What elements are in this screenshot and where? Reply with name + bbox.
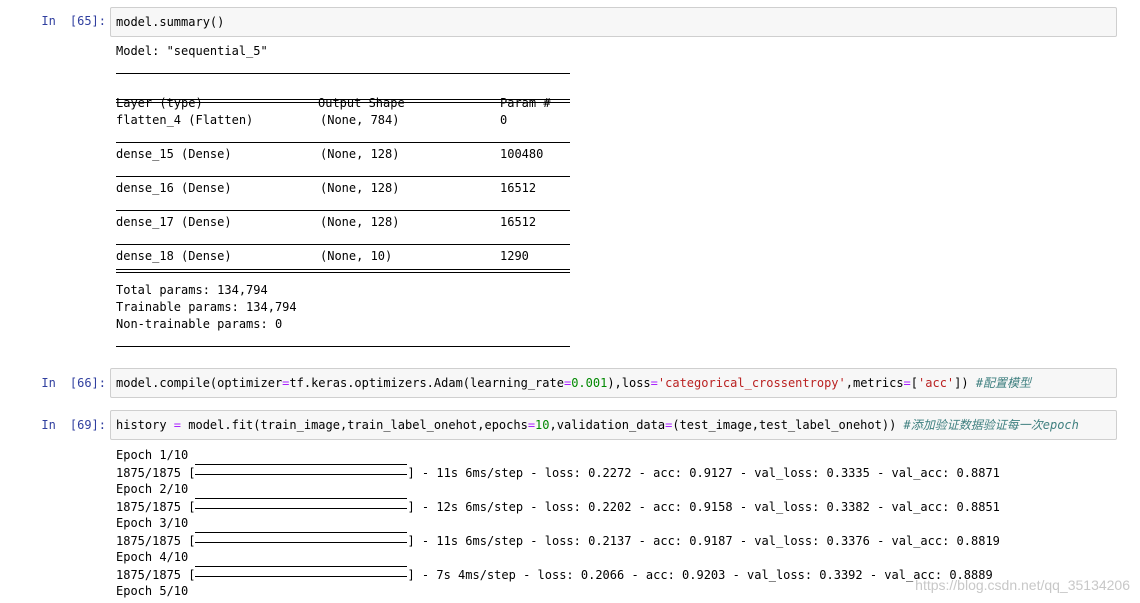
output-shape: (None, 128) bbox=[320, 215, 400, 229]
prompt-in-label: In bbox=[41, 14, 56, 28]
row-rule bbox=[116, 142, 570, 143]
header-param: Param # bbox=[500, 96, 551, 110]
epoch-label: Epoch 1/10 bbox=[116, 448, 189, 462]
output-shape: (None, 784) bbox=[320, 113, 400, 127]
row-rule bbox=[116, 176, 570, 177]
progress-bar bbox=[195, 566, 408, 577]
table-top-rule bbox=[116, 73, 570, 74]
cell-prompt-66: In [66]: bbox=[0, 375, 106, 392]
prompt-number: [65]: bbox=[69, 14, 106, 28]
row-rule bbox=[116, 210, 570, 211]
code-cell-66[interactable]: model.compile(optimizer=tf.keras.optimiz… bbox=[110, 368, 1117, 398]
param-count: 16512 bbox=[500, 215, 537, 229]
header-output-shape: Output Shape bbox=[318, 96, 405, 110]
output-shape: (None, 10) bbox=[320, 249, 393, 263]
prompt-in-label: In bbox=[41, 376, 56, 390]
code-line: history = model.fit(train_image,train_la… bbox=[116, 418, 1079, 432]
training-log-line: 1875/1875 [] - 7s 4ms/step - loss: 0.206… bbox=[116, 566, 993, 582]
layer-name: dense_16 (Dense) bbox=[116, 181, 232, 195]
progress-bar bbox=[195, 464, 408, 475]
param-count: 100480 bbox=[500, 147, 544, 161]
footer-double-rule bbox=[116, 269, 570, 273]
non-trainable-params: Non-trainable params: 0 bbox=[116, 317, 283, 331]
header-layer: Layer (type) bbox=[116, 96, 203, 110]
code-cell-65[interactable]: model.summary() bbox=[110, 7, 1117, 37]
epoch-label: Epoch 2/10 bbox=[116, 482, 189, 496]
progress-bar bbox=[195, 532, 408, 543]
prompt-in-label: In bbox=[41, 418, 56, 432]
output-shape: (None, 128) bbox=[320, 181, 400, 195]
row-rule bbox=[116, 244, 570, 245]
training-log-line: 1875/1875 [] - 11s 6ms/step - loss: 0.21… bbox=[116, 532, 1000, 548]
header-double-rule bbox=[116, 99, 570, 103]
param-count: 16512 bbox=[500, 181, 537, 195]
watermark-text: https://blog.csdn.net/qq_35134206 bbox=[915, 577, 1130, 593]
code-comment: #添加验证数据验证每一次epoch bbox=[903, 418, 1079, 432]
layer-name: flatten_4 (Flatten) bbox=[116, 113, 254, 127]
epoch-label: Epoch 5/10 bbox=[116, 584, 189, 598]
layer-name: dense_18 (Dense) bbox=[116, 249, 232, 263]
prompt-number: [69]: bbox=[69, 418, 106, 432]
total-params: Total params: 134,794 bbox=[116, 283, 268, 297]
prompt-number: [66]: bbox=[69, 376, 106, 390]
param-count: 1290 bbox=[500, 249, 529, 263]
summary-header-row: Layer (type) Output Shape Param # bbox=[116, 78, 551, 112]
epoch-label: Epoch 3/10 bbox=[116, 516, 189, 530]
cell-prompt-69: In [69]: bbox=[0, 417, 106, 434]
training-log-line: 1875/1875 [] - 11s 6ms/step - loss: 0.22… bbox=[116, 464, 1000, 480]
layer-name: dense_15 (Dense) bbox=[116, 147, 232, 161]
layer-name: dense_17 (Dense) bbox=[116, 215, 232, 229]
training-log-line: 1875/1875 [] - 12s 6ms/step - loss: 0.22… bbox=[116, 498, 1000, 514]
progress-bar bbox=[195, 498, 408, 509]
model-name-line: Model: "sequential_5" bbox=[116, 44, 268, 58]
code-line: model.compile(optimizer=tf.keras.optimiz… bbox=[116, 376, 1032, 390]
param-count: 0 bbox=[500, 113, 508, 127]
code-line: model.summary() bbox=[116, 15, 225, 29]
code-comment: #配置模型 bbox=[975, 376, 1032, 390]
cell-prompt-65: In [65]: bbox=[0, 13, 106, 30]
epoch-label: Epoch 4/10 bbox=[116, 550, 189, 564]
table-bottom-rule bbox=[116, 346, 570, 347]
trainable-params: Trainable params: 134,794 bbox=[116, 300, 297, 314]
output-shape: (None, 128) bbox=[320, 147, 400, 161]
code-cell-69[interactable]: history = model.fit(train_image,train_la… bbox=[110, 410, 1117, 440]
